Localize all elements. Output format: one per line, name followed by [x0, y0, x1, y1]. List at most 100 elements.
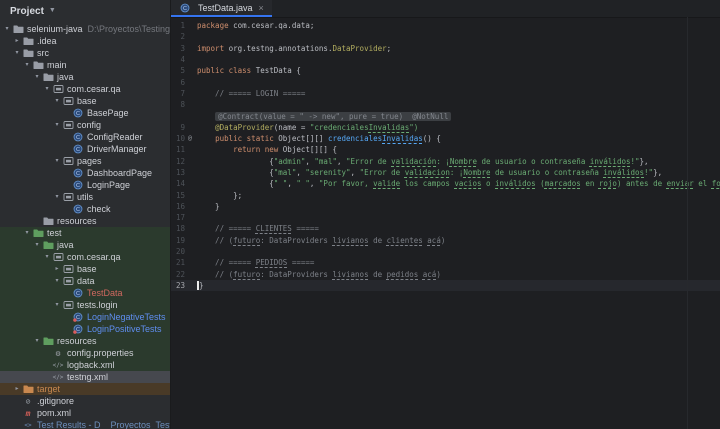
line-number[interactable]: 9 [171, 123, 185, 132]
tree-item-utils[interactable]: ▾utils [0, 191, 170, 203]
tree-item-resources[interactable]: resources [0, 215, 170, 227]
tree-item-loginnegativetests[interactable]: CLoginNegativeTests [0, 311, 170, 323]
line-number[interactable]: 22 [171, 270, 185, 279]
tree-item-base[interactable]: ▾base [0, 95, 170, 107]
chevron-expanded-icon[interactable]: ▾ [22, 59, 32, 71]
tree-item-resources[interactable]: ▾resources [0, 335, 170, 347]
line-number[interactable]: 11 [171, 145, 185, 154]
tree-item-test[interactable]: ▾test [0, 227, 170, 239]
chevron-expanded-icon[interactable]: ▾ [22, 227, 32, 239]
code-line-15[interactable]: 15 }; [171, 189, 720, 200]
line-number[interactable]: 4 [171, 55, 185, 64]
line-number[interactable]: 17 [171, 213, 185, 222]
code-line-18[interactable]: 18 // ===== CLIENTES ===== [171, 223, 720, 234]
tree-item-gitignore[interactable]: ⊘.gitignore [0, 395, 170, 407]
code-editor[interactable]: 1package com.cesar.qa.data;2 3import org.… [171, 17, 720, 429]
tree-item-config-properties[interactable]: ⚙config.properties [0, 347, 170, 359]
tree-item-idea[interactable]: ▸.idea [0, 35, 170, 47]
code-line-16[interactable]: 16 } [171, 201, 720, 212]
tree-item-java[interactable]: ▾java [0, 239, 170, 251]
line-number[interactable]: 7 [171, 89, 185, 98]
code-line-11[interactable]: 11 return new Object[][] { [171, 144, 720, 155]
chevron-expanded-icon[interactable]: ▾ [42, 251, 52, 263]
tree-item-testng-xml[interactable]: </>testng.xml [0, 371, 170, 383]
tree-item-target[interactable]: ▸target [0, 383, 170, 395]
code-line-9[interactable]: 9 @DataProvider(name = "credencialesInva… [171, 122, 720, 133]
code-line-4[interactable]: 4 [171, 54, 720, 65]
code-line-6[interactable]: 6 [171, 76, 720, 87]
tree-item-main[interactable]: ▾main [0, 59, 170, 71]
chevron-expanded-icon[interactable]: ▾ [12, 47, 22, 59]
tree-item-selenium-java[interactable]: ▾selenium-javaD:\Proyectos\Testing\qa-au… [0, 23, 170, 35]
chevron-expanded-icon[interactable]: ▾ [32, 239, 42, 251]
tab-testdata-java[interactable]: C TestData.java × [171, 0, 272, 17]
inlay-hint-line[interactable]: @Contract(value = " -> new", pure = true… [171, 110, 720, 121]
tree-item-drivermanager[interactable]: CDriverManager [0, 143, 170, 155]
tree-item-configreader[interactable]: CConfigReader [0, 131, 170, 143]
chevron-expanded-icon[interactable]: ▾ [52, 275, 62, 287]
line-number[interactable]: 21 [171, 258, 185, 267]
tree-item-logback-xml[interactable]: </>logback.xml [0, 359, 170, 371]
tree-item-config[interactable]: ▾config [0, 119, 170, 131]
code-line-19[interactable]: 19 // (futuro: DataProviders livianos de… [171, 235, 720, 246]
tree-item-dashboardpage[interactable]: CDashboardPage [0, 167, 170, 179]
tree-item-src[interactable]: ▾src [0, 47, 170, 59]
line-number[interactable]: 19 [171, 236, 185, 245]
code-line-8[interactable]: 8 [171, 99, 720, 110]
code-line-2[interactable]: 2 [171, 31, 720, 42]
tree-item-data[interactable]: ▾data [0, 275, 170, 287]
code-line-3[interactable]: 3import org.testng.annotations.DataProvi… [171, 43, 720, 54]
line-number[interactable]: 2 [171, 32, 185, 41]
tree-item-com-cesar-qa[interactable]: ▾com.cesar.qa [0, 83, 170, 95]
code-line-20[interactable]: 20 [171, 246, 720, 257]
line-number[interactable]: 3 [171, 44, 185, 53]
code-line-14[interactable]: 14 {" ", " ", "Por favor, valide los cam… [171, 178, 720, 189]
tree-item-tests-login[interactable]: ▾tests.login [0, 299, 170, 311]
line-number[interactable]: 5 [171, 66, 185, 75]
code-line-17[interactable]: 17 [171, 212, 720, 223]
code-line-1[interactable]: 1package com.cesar.qa.data; [171, 20, 720, 31]
project-panel-header[interactable]: Project ▼ [0, 0, 170, 22]
close-icon[interactable]: × [259, 3, 264, 13]
tree-item-loginpage[interactable]: CLoginPage [0, 179, 170, 191]
tree-item-base[interactable]: ▸base [0, 263, 170, 275]
chevron-expanded-icon[interactable]: ▾ [52, 155, 62, 167]
code-line-23[interactable]: 23} [171, 280, 720, 291]
tree-item-testdata[interactable]: CTestData [0, 287, 170, 299]
chevron-expanded-icon[interactable]: ▾ [52, 95, 62, 107]
code-line-22[interactable]: 22 // (futuro: DataProviders livianos de… [171, 269, 720, 280]
chevron-expanded-icon[interactable]: ▾ [52, 299, 62, 311]
code-line-10[interactable]: 10@ public static Object[][] credenciale… [171, 133, 720, 144]
tree-item-loginpositivetests[interactable]: CLoginPositiveTests [0, 323, 170, 335]
tree-item-pages[interactable]: ▾pages [0, 155, 170, 167]
tree-item-check[interactable]: Ccheck [0, 203, 170, 215]
line-number[interactable]: 14 [171, 179, 185, 188]
code-line-21[interactable]: 21 // ===== PEDIDOS ===== [171, 257, 720, 268]
chevron-expanded-icon[interactable]: ▾ [42, 83, 52, 95]
chevron-collapsed-icon[interactable]: ▸ [12, 35, 22, 47]
line-number[interactable]: 23 [171, 281, 185, 290]
chevron-expanded-icon[interactable]: ▾ [32, 71, 42, 83]
line-number[interactable]: 16 [171, 202, 185, 211]
chevron-expanded-icon[interactable]: ▾ [52, 119, 62, 131]
code-line-13[interactable]: 13 {"mal", "serenity", "Error de validac… [171, 167, 720, 178]
tree-item-java[interactable]: ▾java [0, 71, 170, 83]
chevron-collapsed-icon[interactable]: ▸ [12, 383, 22, 395]
line-number[interactable]: 15 [171, 191, 185, 200]
dataprovider-gutter-icon[interactable]: @ [185, 133, 195, 144]
line-number[interactable]: 8 [171, 100, 185, 109]
line-number[interactable]: 13 [171, 168, 185, 177]
line-number[interactable]: 18 [171, 224, 185, 233]
line-number[interactable]: 1 [171, 21, 185, 30]
tree-item-basepage[interactable]: CBasePage [0, 107, 170, 119]
chevron-expanded-icon[interactable]: ▾ [52, 191, 62, 203]
tree-item-com-cesar-qa[interactable]: ▾com.cesar.qa [0, 251, 170, 263]
tree-item-test-results-d-proyectos-testing-qa-au[interactable]: <>Test Results - D__Proyectos_Testing_qa… [0, 419, 170, 429]
code-line-12[interactable]: 12 {"admin", "mal", "Error de validación… [171, 156, 720, 167]
chevron-expanded-icon[interactable]: ▾ [2, 23, 12, 35]
chevron-expanded-icon[interactable]: ▾ [32, 335, 42, 347]
line-number[interactable]: 10 [171, 134, 185, 143]
line-number[interactable]: 6 [171, 78, 185, 87]
line-number[interactable]: 12 [171, 157, 185, 166]
chevron-collapsed-icon[interactable]: ▸ [52, 263, 62, 275]
